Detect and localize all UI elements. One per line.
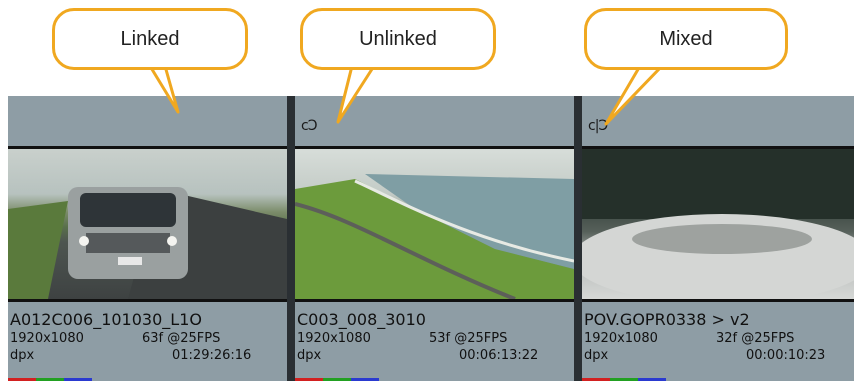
snowy-forest-thumbnail-image: [582, 149, 854, 304]
clip-name: POV.GOPR0338 > v2: [584, 310, 750, 329]
clip-frames: 32f @25FPS: [716, 331, 795, 346]
clip-info-row: 1920x1080 53f @25FPS: [297, 330, 574, 347]
clip-metadata: POV.GOPR0338 > v2 1920x1080 32f @25FPS d…: [584, 310, 854, 364]
clip-thumbnail[interactable]: [295, 146, 574, 302]
clip-timecode: 01:29:26:16: [172, 348, 252, 363]
callout-linked: Linked: [52, 8, 248, 70]
clip-timecode: 00:06:13:22: [459, 348, 539, 363]
clip-name: A012C006_101030_L1O: [10, 310, 202, 329]
clip-frames: 63f @25FPS: [142, 331, 221, 346]
clip-format: dpx: [584, 348, 609, 363]
clip-info-row: dpx 00:00:10:23: [584, 347, 854, 364]
clip-timecode: 00:00:10:23: [746, 348, 826, 363]
clip-metadata: A012C006_101030_L1O 1920x1080 63f @25FPS…: [10, 310, 287, 364]
clip-info-row: dpx 00:06:13:22: [297, 347, 574, 364]
clip-format: dpx: [10, 348, 35, 363]
car-thumbnail-image: [8, 187, 287, 299]
callout-unlinked: Unlinked: [300, 8, 496, 70]
clip-format: dpx: [297, 348, 322, 363]
clip-thumbnail[interactable]: [582, 146, 854, 304]
clip-resolution: 1920x1080: [297, 331, 371, 346]
clip-resolution: 1920x1080: [10, 331, 84, 346]
clip-info-row: 1920x1080 63f @25FPS: [10, 330, 287, 347]
clip-info-row: dpx 01:29:26:16: [10, 347, 287, 364]
clip-thumbnail[interactable]: [8, 146, 287, 302]
callout-mixed: Mixed: [584, 8, 788, 70]
clip-name: C003_008_3010: [297, 310, 426, 329]
clip-info-row: 1920x1080 32f @25FPS: [584, 330, 854, 347]
clip-metadata: C003_008_3010 1920x1080 53f @25FPS dpx 0…: [297, 310, 574, 364]
clip-resolution: 1920x1080: [584, 331, 658, 346]
clip-frames: 53f @25FPS: [429, 331, 508, 346]
coastline-thumbnail-image: [295, 174, 574, 301]
